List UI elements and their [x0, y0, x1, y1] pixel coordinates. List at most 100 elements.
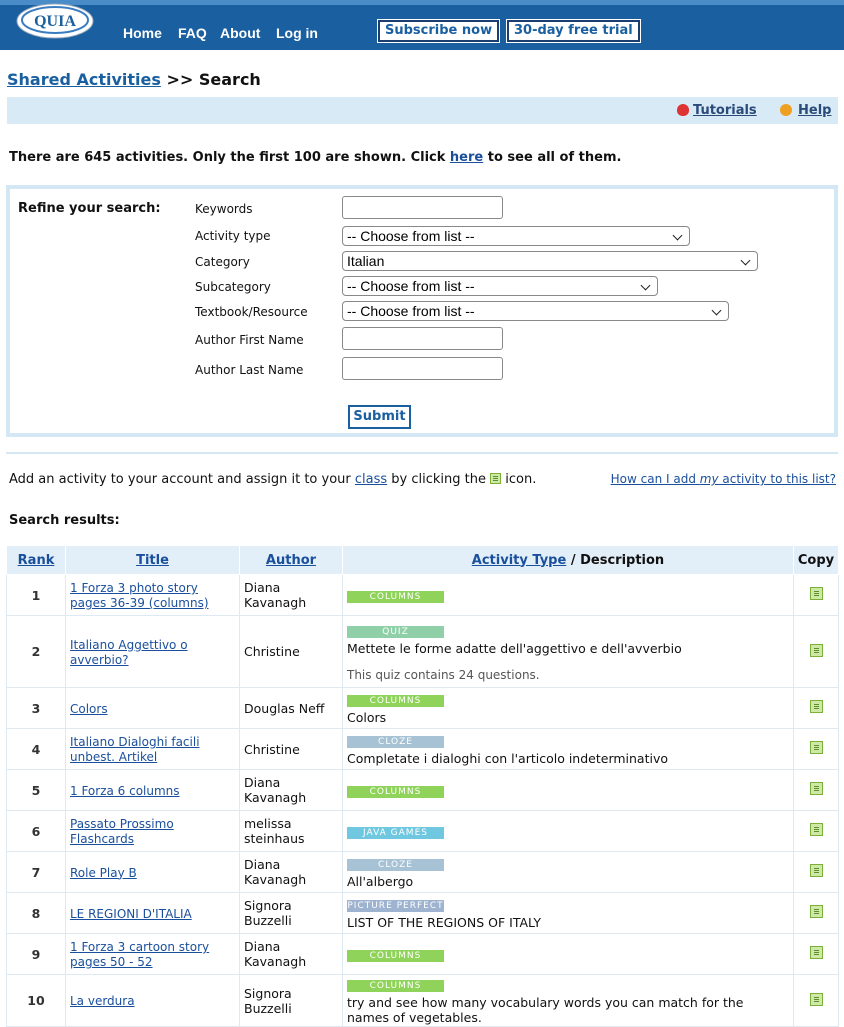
table-row: 6 Passato Prossimo Flashcards melissa stei…	[6, 810, 839, 852]
subcategory-select[interactable]: -- Choose from list --	[342, 276, 658, 296]
sort-author-link[interactable]: Author	[266, 553, 316, 568]
free-trial-button[interactable]: 30-day free trial	[507, 20, 640, 42]
rank-cell: 5	[6, 769, 66, 811]
activity-note: This quiz contains 24 questions.	[347, 667, 540, 682]
category-label: Category	[195, 255, 250, 269]
author-last-name-label: Author Last Name	[195, 363, 304, 377]
breadcrumb: Shared Activities >> Search	[7, 70, 261, 89]
class-link[interactable]: class	[355, 472, 387, 487]
activity-description: Colors	[347, 710, 387, 725]
category-select[interactable]: Italian	[342, 251, 758, 271]
how-link-text: How can I add	[610, 472, 700, 486]
apple-icon	[677, 104, 689, 116]
see-all-link[interactable]: here	[450, 150, 483, 165]
author-cell: Signora Buzzelli	[239, 974, 343, 1027]
table-row: 91 Forza 3 cartoon story pages 50 - 52 Di…	[6, 933, 839, 975]
add-activity-info: Add an activity to your account and assi…	[9, 472, 536, 487]
activity-title-link[interactable]: Italiano Aggettivo o avverbio?	[70, 638, 188, 667]
activity-title-link[interactable]: 1 Forza 6 columns	[70, 784, 180, 798]
results-summary: There are 645 activities. Only the first…	[9, 150, 621, 165]
chevron-down-icon	[640, 280, 651, 291]
activity-description: Completate i dialoghi con l'articolo ind…	[347, 751, 669, 766]
rank-cell: 9	[6, 933, 66, 975]
sort-rank-link[interactable]: Rank	[18, 553, 55, 568]
activity-description: Mettete le forme adatte dell'aggettivo e…	[347, 640, 682, 656]
breadcrumb-shared-activities[interactable]: Shared Activities	[7, 70, 161, 89]
copy-icon[interactable]	[809, 946, 823, 959]
copy-icon[interactable]	[809, 587, 823, 600]
nav-about[interactable]: About	[220, 25, 260, 41]
copy-icon[interactable]	[809, 992, 823, 1006]
activity-title-link[interactable]: LE REGIONI D'ITALIA	[70, 907, 192, 921]
rank-cell: 7	[6, 851, 66, 893]
divider	[6, 452, 838, 454]
activity-title-link[interactable]: 1 Forza 3 photo story pages 36-39 (colum…	[70, 581, 209, 610]
activity-type-select[interactable]: -- Choose from list --	[342, 226, 690, 246]
keywords-input[interactable]	[342, 196, 503, 219]
svg-text:QUIA: QUIA	[34, 13, 76, 30]
how-to-add-link[interactable]: How can I add my activity to this list?	[611, 472, 836, 486]
how-link-em: my	[699, 472, 719, 486]
copy-icon[interactable]	[809, 700, 823, 713]
copy-icon[interactable]	[809, 643, 823, 657]
copy-icon	[490, 473, 502, 484]
activity-title-link[interactable]: Italiano Dialoghi facili unbest. Artikel	[70, 735, 200, 764]
copy-icon[interactable]	[809, 782, 823, 795]
activity-type-badge: PICTURE PERFECT	[347, 900, 444, 912]
type-description-cell: COLUMNS	[342, 933, 794, 975]
copy-icon[interactable]	[809, 905, 823, 918]
type-description-cell: COLUMNS try and see how many vocabulary w…	[342, 974, 794, 1027]
refine-search-panel: Refine your search: Keywords Activity ty…	[6, 185, 838, 437]
copy-icon[interactable]	[809, 823, 823, 836]
rank-cell: 2	[6, 615, 66, 688]
author-last-name-input[interactable]	[342, 357, 503, 380]
activity-title-link[interactable]: Passato Prossimo Flashcards	[70, 817, 174, 846]
keywords-label: Keywords	[195, 202, 253, 216]
activity-type-badge: COLUMNS	[347, 591, 444, 603]
chevron-down-icon	[740, 255, 751, 266]
sort-type-link[interactable]: Activity Type	[472, 553, 567, 568]
activity-title-link[interactable]: 1 Forza 3 cartoon story pages 50 - 52	[70, 940, 209, 969]
activity-title-link[interactable]: La verdura	[70, 994, 135, 1008]
rank-cell: 10	[6, 974, 66, 1027]
activity-type-badge: QUIZ	[347, 625, 444, 638]
nav-home[interactable]: Home	[123, 25, 162, 41]
rank-cell: 6	[6, 810, 66, 852]
textbook-select[interactable]: -- Choose from list --	[342, 301, 729, 321]
activity-title-link[interactable]: Colors	[70, 702, 108, 716]
subcategory-value: -- Choose from list --	[347, 278, 475, 294]
table-row: 10 La verdura Signora Buzzelli COLUMNS try a…	[6, 974, 839, 1027]
author-first-name-input[interactable]	[342, 327, 503, 350]
author-cell: Diana Kavanagh	[239, 769, 343, 811]
author-cell: Christine	[239, 728, 343, 770]
add-info-text-mid: by clicking the	[387, 472, 491, 487]
table-row: 7 Role Play B Diana Kavanagh CLOZE All'alber…	[6, 851, 839, 893]
header-description: Description	[580, 552, 665, 568]
table-row: 5 1 Forza 6 columns Diana Kavanagh COLUMNS	[6, 769, 839, 811]
refine-heading: Refine your search:	[18, 201, 161, 216]
table-row: 2 Italiano Aggettivo o avverbio? Christine…	[6, 615, 839, 688]
help-link[interactable]: Help	[798, 103, 831, 118]
textbook-label: Textbook/Resource	[195, 305, 308, 319]
copy-icon[interactable]	[809, 741, 823, 754]
copy-icon[interactable]	[809, 864, 823, 877]
nav-login[interactable]: Log in	[276, 25, 318, 41]
activity-type-badge: COLUMNS	[347, 695, 444, 707]
sort-title-link[interactable]: Title	[136, 553, 169, 568]
activity-type-badge: JAVA GAMES	[347, 827, 444, 839]
submit-button[interactable]: Submit	[348, 405, 411, 429]
add-info-text: Add an activity to your account and assi…	[9, 472, 355, 487]
activity-type-badge: CLOZE	[347, 859, 444, 871]
tutorials-link[interactable]: Tutorials	[693, 103, 757, 118]
breadcrumb-separator: >>	[166, 70, 194, 89]
activity-description: try and see how many vocabulary words yo…	[347, 995, 744, 1025]
subscribe-button[interactable]: Subscribe now	[378, 20, 500, 42]
table-row: 4 Italiano Dialoghi facili unbest. Artike…	[6, 728, 839, 770]
author-cell: Diana Kavanagh	[239, 933, 343, 975]
activity-type-badge: CLOZE	[347, 736, 444, 748]
quia-logo[interactable]: QUIA	[14, 0, 96, 43]
category-value: Italian	[347, 253, 385, 269]
activity-title-link[interactable]: Role Play B	[70, 866, 137, 880]
author-first-name-label: Author First Name	[195, 333, 304, 347]
nav-faq[interactable]: FAQ	[178, 25, 207, 41]
